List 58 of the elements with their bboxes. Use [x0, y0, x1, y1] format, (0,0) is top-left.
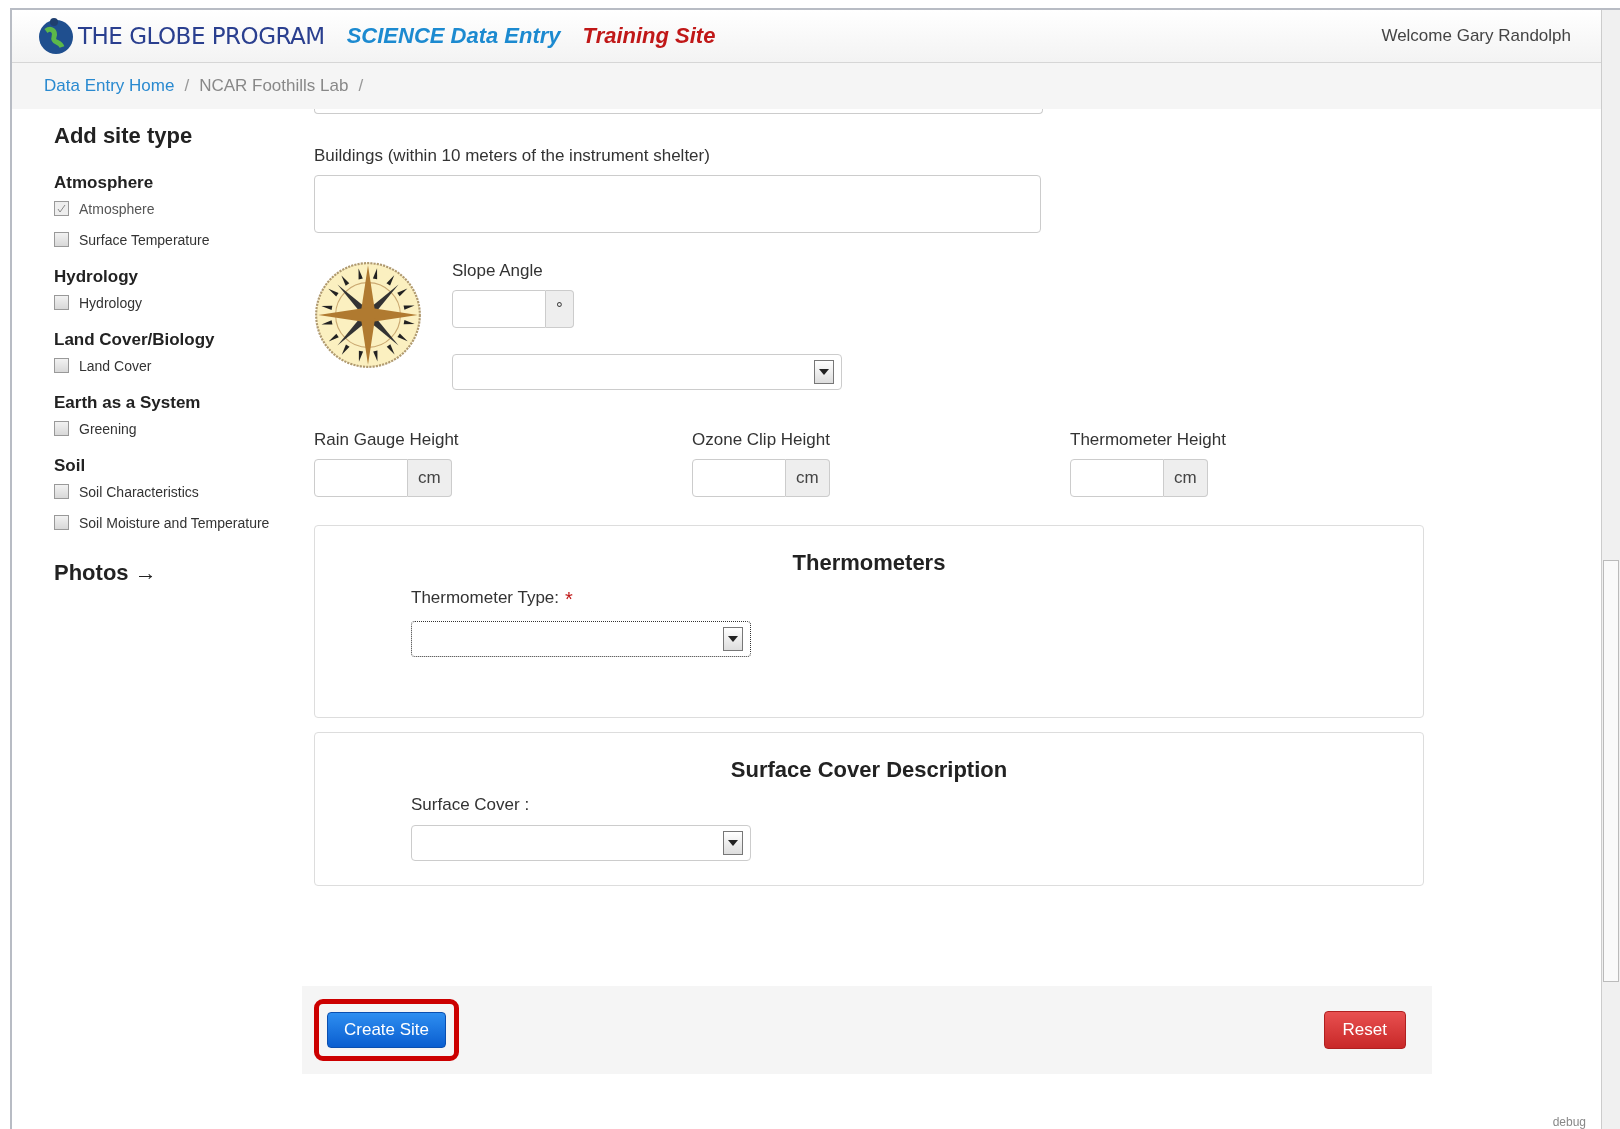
breadcrumb-separator: / [184, 76, 190, 96]
app-title: SCIENCE Data Entry [346, 23, 561, 49]
site-label: Training Site [582, 23, 716, 49]
breadcrumb-link[interactable]: Data Entry Home [44, 76, 175, 96]
field-label: Buildings (within 10 meters of the instrument shelter) [314, 146, 711, 166]
breadcrumb-current: NCAR Foothills Lab [199, 76, 349, 96]
checkbox[interactable] [54, 484, 69, 499]
unit-addon: ° [546, 290, 574, 328]
checkbox[interactable] [54, 358, 69, 373]
panel-title: Surface Cover Description [730, 757, 1008, 783]
buildings-textarea[interactable] [314, 175, 1041, 233]
direction-select[interactable] [452, 354, 842, 390]
panel-title: Thermometers [792, 550, 946, 576]
field-label: Ozone Clip Height [692, 430, 831, 450]
create-site-button[interactable]: Create Site [327, 1012, 447, 1048]
slope-input[interactable] [452, 290, 546, 328]
scrollbar[interactable] [1601, 10, 1620, 1129]
caret-icon [728, 636, 738, 642]
checkbox[interactable] [54, 295, 69, 310]
sidebar-title: Add site type [54, 123, 194, 149]
photos-link[interactable]: Photos → [54, 560, 302, 586]
checkbox[interactable] [54, 421, 69, 436]
field-label: Slope Angle [452, 261, 544, 281]
checkbox-label: Soil Characteristics [79, 483, 199, 500]
height-input[interactable] [1070, 459, 1164, 497]
group-heading: Atmosphere [54, 173, 155, 193]
caret-icon [819, 369, 829, 375]
field-label: Thermometer Height [1070, 430, 1227, 450]
unit-addon: cm [786, 459, 830, 497]
group-heading: Hydrology [54, 267, 140, 287]
checkmark-icon [57, 204, 66, 213]
height-input[interactable] [692, 459, 786, 497]
unit-addon: cm [408, 459, 452, 497]
checkbox[interactable] [54, 232, 69, 247]
welcome-text: Welcome Gary Randolph [1381, 26, 1571, 46]
checkbox-label: Greening [79, 420, 137, 437]
field-label: Rain Gauge Height [314, 430, 460, 450]
unit-addon: cm [1164, 459, 1208, 497]
caret-icon [728, 840, 738, 846]
group-heading: Earth as a System [54, 393, 202, 413]
checkbox-label: Surface Temperature [79, 231, 210, 248]
group-heading: Land Cover/Biology [54, 330, 216, 350]
debug-link[interactable]: debug [1552, 1115, 1586, 1129]
reset-button[interactable]: Reset [1323, 1011, 1406, 1049]
height-input[interactable] [314, 459, 408, 497]
field-label: Thermometer Type: [411, 588, 560, 608]
checkbox-label: Hydrology [79, 294, 143, 311]
globe-logo-icon [36, 17, 76, 55]
field-label: Surface Cover : [411, 795, 530, 815]
checkbox-label: Land Cover [79, 357, 152, 374]
checkbox[interactable] [54, 515, 69, 530]
checkbox-label: Soil Moisture and Temperature [79, 514, 270, 531]
group-heading: Soil [54, 456, 87, 476]
breadcrumb-separator: / [358, 76, 364, 96]
logo-text: THE GLOBE PROGRAM [78, 23, 325, 49]
required-mark: * [565, 588, 573, 611]
dropdown-select[interactable] [411, 621, 751, 657]
checkbox-label: Atmosphere [79, 200, 155, 217]
